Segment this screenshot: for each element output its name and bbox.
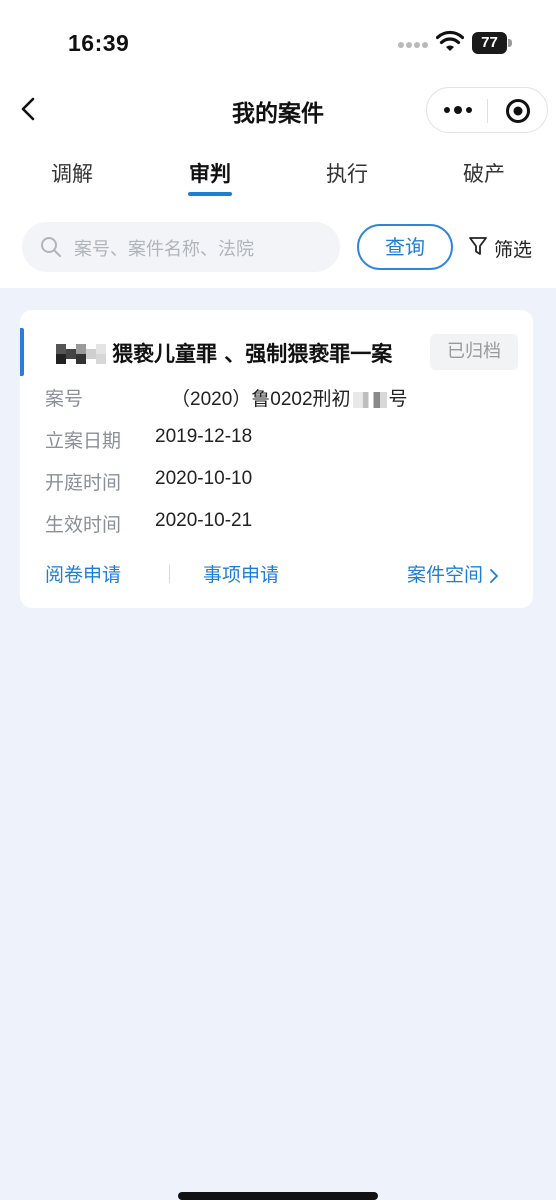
case-card[interactable]: 猥亵儿童罪 、强制猥亵罪一案 已归档 案号 （2020）鲁0202刑初 号 立案日… xyxy=(20,310,533,608)
filing-date-value: 2019-12-18 xyxy=(155,426,253,447)
tab-trial[interactable]: 审判 xyxy=(160,158,260,188)
filing-date-label: 立案日期 xyxy=(45,430,122,452)
battery-icon: 77 xyxy=(472,32,512,54)
case-number-value: （2020）鲁0202刑初 号 xyxy=(171,384,408,411)
effective-time-value: 2020-10-21 xyxy=(155,510,253,531)
card-accent-bar xyxy=(20,328,24,376)
case-number-label: 案号 xyxy=(45,388,84,410)
redaction-mosaic xyxy=(56,344,106,364)
status-time: 16:39 xyxy=(68,30,130,56)
card-actions: 阅卷申请 事项申请 案件空间 xyxy=(45,560,515,590)
tab-bankruptcy[interactable]: 破产 xyxy=(434,158,534,188)
case-number-suffix: 号 xyxy=(388,389,408,410)
search-input[interactable]: 案号、案件名称、法院 xyxy=(22,222,340,272)
filter-label: 筛选 xyxy=(494,239,533,261)
field-effective-time: 生效时间 2020-10-21 xyxy=(45,510,515,540)
field-filing-date: 立案日期 2019-12-18 xyxy=(45,426,515,456)
search-icon xyxy=(41,237,61,257)
hearing-time-label: 开庭时间 xyxy=(45,472,122,494)
tab-bar: 调解 审判 执行 破产 xyxy=(0,148,556,200)
read-file-apply-link[interactable]: 阅卷申请 xyxy=(45,560,121,587)
status-bar: 16:39 77 xyxy=(0,0,556,80)
target-icon[interactable] xyxy=(505,98,531,124)
tab-mediation[interactable]: 调解 xyxy=(22,158,122,188)
hearing-time-value: 2020-10-10 xyxy=(155,468,253,489)
nav-bar: 我的案件 xyxy=(0,80,556,140)
signal-icon xyxy=(398,42,428,50)
home-indicator xyxy=(178,1192,378,1200)
field-hearing-time: 开庭时间 2020-10-10 xyxy=(45,468,515,498)
filter-button[interactable]: 筛选 xyxy=(468,232,548,262)
active-tab-indicator xyxy=(188,192,232,196)
case-space-link[interactable]: 案件空间 xyxy=(407,560,499,587)
field-case-number: 案号 （2020）鲁0202刑初 号 xyxy=(45,384,515,414)
query-button[interactable]: 查询 xyxy=(357,224,453,270)
effective-time-label: 生效时间 xyxy=(45,514,122,536)
battery-level: 77 xyxy=(472,32,507,54)
search-placeholder: 案号、案件名称、法院 xyxy=(74,239,254,260)
mini-program-capsule xyxy=(426,87,548,133)
case-number-prefix: （2020）鲁0202刑初 xyxy=(171,389,351,410)
wifi-icon xyxy=(436,30,464,51)
tab-execution[interactable]: 执行 xyxy=(297,158,397,188)
case-space-label: 案件空间 xyxy=(407,564,484,586)
case-number-redaction xyxy=(352,391,387,408)
chevron-right-icon xyxy=(490,568,498,583)
case-title: 猥亵儿童罪 、强制猥亵罪一案 xyxy=(112,342,393,366)
action-divider xyxy=(169,565,170,583)
matter-apply-link[interactable]: 事项申请 xyxy=(203,560,279,587)
filter-icon xyxy=(469,237,487,255)
status-badge: 已归档 xyxy=(430,334,518,370)
more-icon[interactable] xyxy=(443,103,473,117)
